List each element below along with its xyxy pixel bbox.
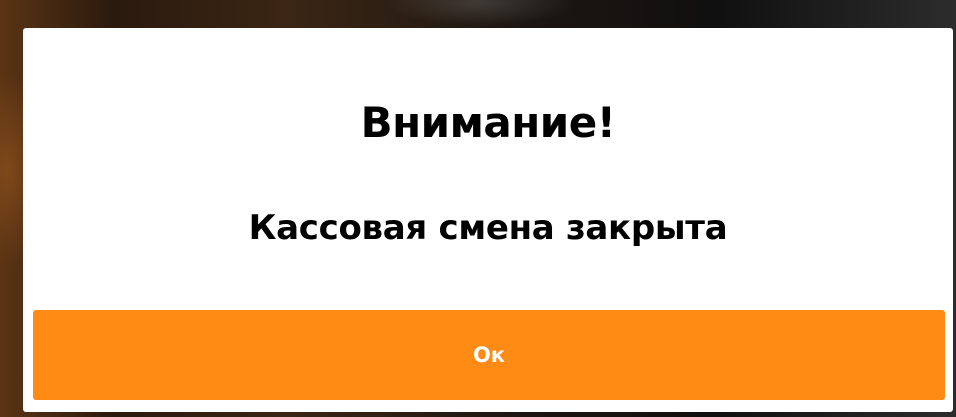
ok-button-label: Ок xyxy=(472,343,506,367)
dialog-message: Кассовая смена закрыта xyxy=(248,208,728,248)
dialog-title: Внимание! xyxy=(360,98,616,147)
ok-button[interactable]: Ок xyxy=(33,310,945,400)
alert-dialog: Внимание! Кассовая смена закрыта Ок xyxy=(23,28,953,412)
